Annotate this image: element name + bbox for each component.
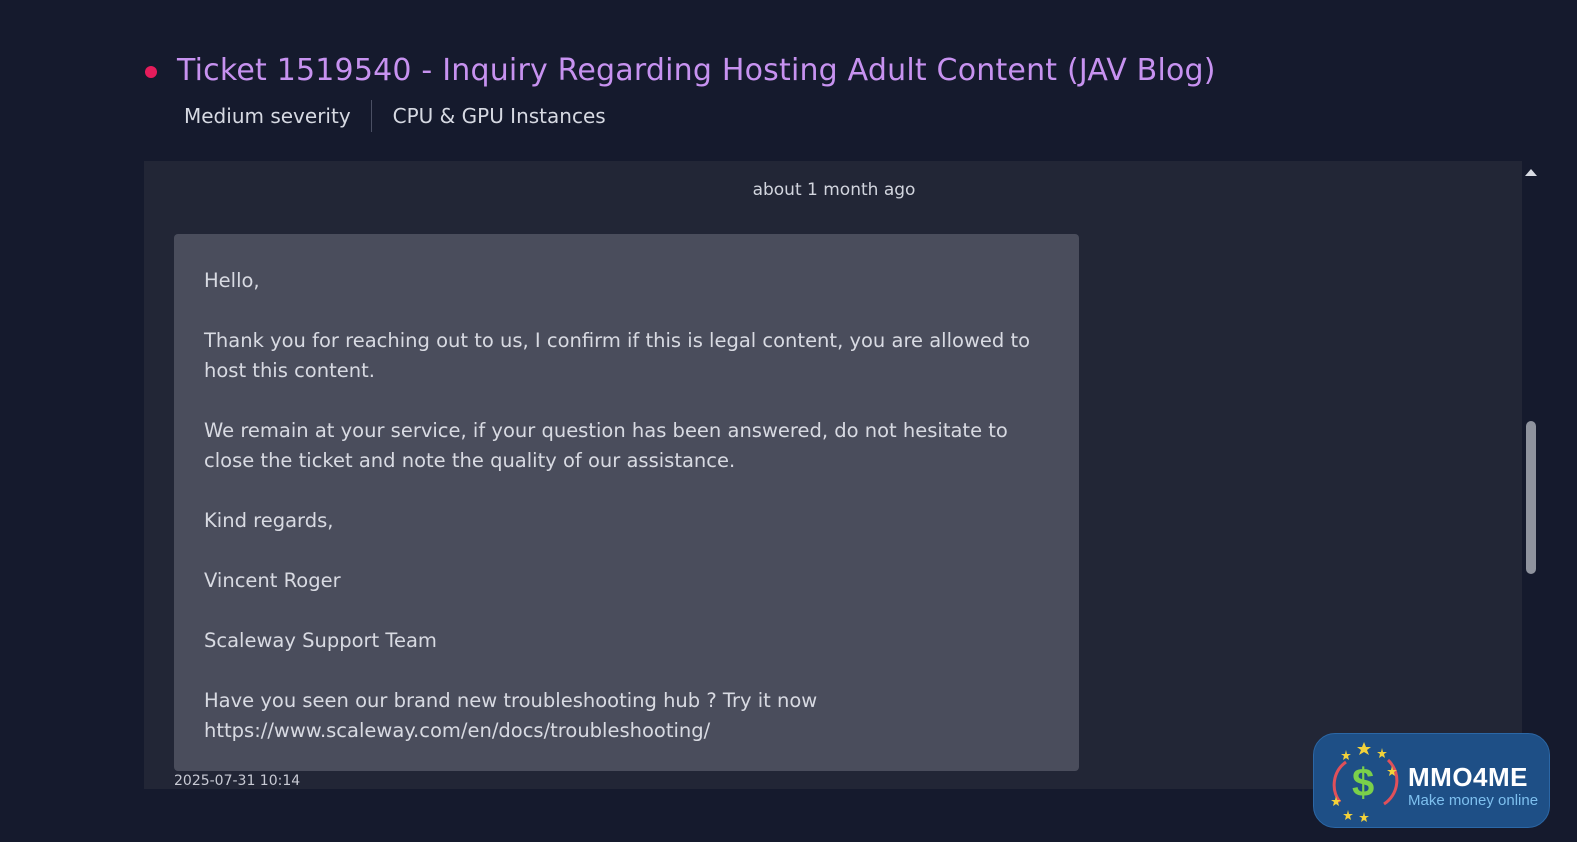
scrollbar[interactable] xyxy=(1522,161,1541,789)
message-date: 2025-07-31 10:14 xyxy=(174,773,301,789)
message-paragraph: Have you seen our brand new troubleshoot… xyxy=(204,689,818,742)
message-paragraph: Kind regards, xyxy=(204,509,334,532)
scrollbar-thumb[interactable] xyxy=(1526,421,1536,574)
svg-text:$: $ xyxy=(1352,761,1374,805)
message-bubble: Hello, Thank you for reaching out to us,… xyxy=(174,234,1079,771)
message-paragraph: Vincent Roger xyxy=(204,569,341,592)
message-paragraph: Hello, xyxy=(204,269,260,292)
ticket-title: Ticket 1519540 - Inquiry Regarding Hosti… xyxy=(177,53,1216,88)
relative-timestamp: about 1 month ago xyxy=(752,180,916,200)
watermark-brand: MMO4ME xyxy=(1408,762,1528,792)
severity-label: Medium severity xyxy=(184,104,351,128)
message-paragraph: Thank you for reaching out to us, I conf… xyxy=(204,329,1031,382)
conversation-panel[interactable]: about 1 month ago Hello, Thank you for r… xyxy=(144,161,1540,789)
message-paragraph: Scaleway Support Team xyxy=(204,629,437,652)
status-dot-icon xyxy=(145,66,157,78)
message-paragraph: We remain at your service, if your quest… xyxy=(204,419,1008,472)
watermark-logo: $ MMO4ME Make money online xyxy=(1313,733,1550,828)
ticket-meta: Medium severity CPU & GPU Instances xyxy=(184,100,606,132)
dollar-coin-icon: $ xyxy=(1331,742,1399,822)
chevron-up-icon[interactable] xyxy=(1525,169,1537,176)
watermark-tagline: Make money online xyxy=(1408,792,1539,809)
category-label: CPU & GPU Instances xyxy=(392,104,606,128)
